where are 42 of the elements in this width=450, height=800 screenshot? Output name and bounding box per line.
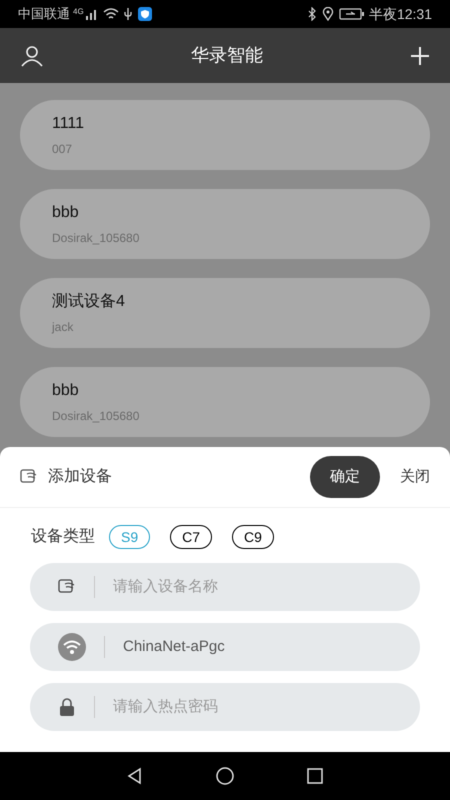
- device-owner: jack: [52, 319, 74, 336]
- device-card[interactable]: bbb Dosirak_105680: [20, 367, 430, 437]
- input-field[interactable]: ChinaNet-aPgc: [30, 623, 420, 671]
- wifi-icon: [102, 8, 119, 20]
- home-icon[interactable]: [216, 767, 234, 785]
- close-button[interactable]: 关闭: [400, 466, 430, 488]
- text-input[interactable]: 请输入热点密码: [113, 696, 400, 718]
- device-name: 1111: [52, 114, 84, 134]
- input-field[interactable]: 请输入设备名称: [30, 563, 420, 611]
- user-icon[interactable]: [20, 44, 44, 68]
- bluetooth-icon: [306, 7, 317, 21]
- add-icon[interactable]: [410, 46, 430, 66]
- lock-icon: [58, 697, 76, 717]
- clock-text: 半夜12:31: [368, 4, 432, 24]
- carrier-text: 中国联通: [18, 5, 70, 24]
- device-owner: 007: [52, 141, 72, 158]
- device-name: bbb: [52, 381, 79, 401]
- device-card[interactable]: 测试设备4 jack: [20, 278, 430, 348]
- battery-icon: [338, 8, 365, 20]
- location-icon: [322, 7, 334, 21]
- device-card[interactable]: 1111 007: [20, 100, 430, 170]
- app-title: 华录智能: [191, 44, 263, 67]
- network-text: 4G: [73, 6, 84, 18]
- usb-icon: [122, 7, 133, 21]
- device-name: 测试设备4: [52, 292, 125, 312]
- device-owner: Dosirak_105680: [52, 408, 140, 425]
- wifi-icon: [58, 633, 86, 661]
- signal-icon: [84, 8, 99, 20]
- recents-icon[interactable]: [306, 767, 324, 785]
- type-option[interactable]: C9: [232, 525, 274, 549]
- text-input[interactable]: 请输入设备名称: [113, 576, 400, 598]
- text-input[interactable]: ChinaNet-aPgc: [123, 636, 400, 658]
- input-field[interactable]: 请输入热点密码: [30, 683, 420, 731]
- shield-icon: [138, 7, 152, 21]
- device-owner: Dosirak_105680: [52, 230, 140, 247]
- type-option[interactable]: C7: [170, 525, 212, 549]
- type-label: 设备类型: [31, 526, 95, 547]
- device-card[interactable]: bbb Dosirak_105680: [20, 189, 430, 259]
- confirm-button[interactable]: 确定: [310, 456, 380, 498]
- device-name: bbb: [52, 203, 79, 223]
- back-icon[interactable]: [126, 767, 144, 785]
- sheet-title: 添加设备: [48, 466, 112, 487]
